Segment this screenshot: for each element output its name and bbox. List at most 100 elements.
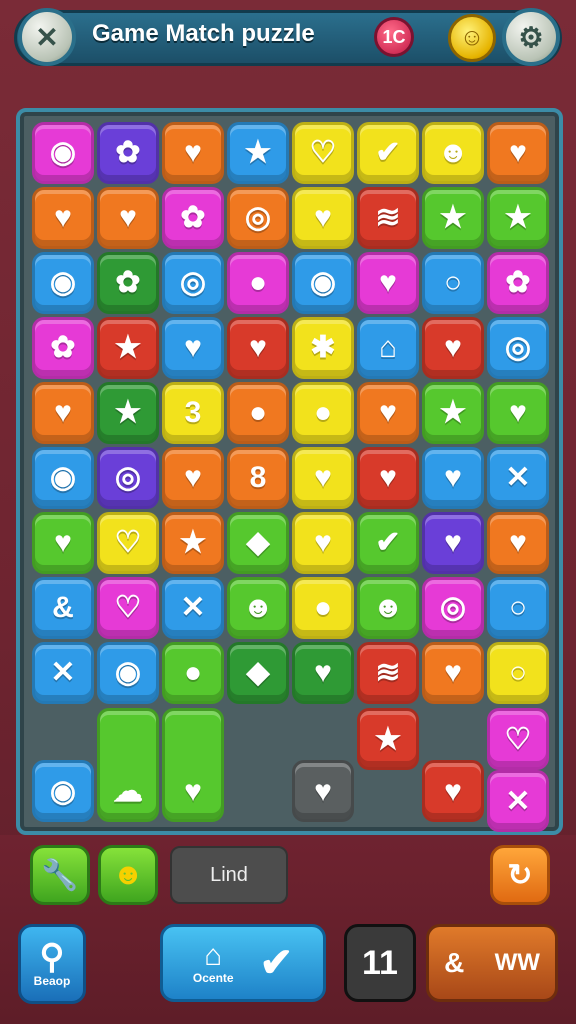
board-tile[interactable]: ♥ [292, 642, 354, 704]
board-tile[interactable]: ≋ [357, 187, 419, 249]
board-tile[interactable]: ◎ [227, 187, 289, 249]
board-tile[interactable]: ● [292, 382, 354, 444]
board-tile[interactable]: ● [162, 642, 224, 704]
board-tile[interactable]: 8 [227, 447, 289, 509]
board-tile[interactable]: ✱ [292, 317, 354, 379]
board-tile[interactable]: & [32, 577, 94, 639]
board-tile[interactable]: ◉ [32, 252, 94, 314]
board-tile[interactable]: ● [227, 252, 289, 314]
tile-symbol: ◎ [504, 331, 532, 364]
tile-symbol: ★ [114, 396, 142, 429]
board-tile[interactable]: ♥ [422, 642, 484, 704]
board-tile[interactable]: ★ [97, 317, 159, 379]
wrench-powerup-button[interactable]: 🔧 [30, 845, 90, 905]
board-tile[interactable]: ♥ [357, 447, 419, 509]
gear-icon[interactable]: ⚙ [502, 8, 560, 66]
board-tile[interactable]: ♡ [292, 122, 354, 184]
board-tile[interactable]: ● [292, 577, 354, 639]
board-tile[interactable]: ◉ [32, 122, 94, 184]
board-tile[interactable]: ◎ [422, 577, 484, 639]
board-tile[interactable]: ★ [422, 187, 484, 249]
board-tile[interactable]: ♥ [162, 708, 224, 822]
board-tile[interactable]: ♥ [32, 187, 94, 249]
board-tile[interactable]: ◉ [292, 252, 354, 314]
board-tile[interactable]: ♡ [97, 512, 159, 574]
board-tile[interactable]: ♥ [422, 512, 484, 574]
board-tile[interactable]: ✕ [487, 770, 549, 832]
right-footer-button[interactable]: & WW [426, 924, 558, 1002]
board-tile[interactable]: ♥ [32, 512, 94, 574]
board-tile[interactable]: ♡ [487, 708, 549, 770]
board-tile[interactable]: ✔ [357, 512, 419, 574]
board-tile[interactable]: ⌂ [357, 317, 419, 379]
board-tile[interactable]: ✿ [162, 187, 224, 249]
center-label-box[interactable]: Lind [170, 846, 288, 904]
board-tile[interactable]: ★ [422, 382, 484, 444]
board-tile[interactable]: ◆ [227, 642, 289, 704]
board-tile[interactable]: ◉ [97, 642, 159, 704]
left-footer-button[interactable]: ⚲ Beaop [18, 924, 86, 1004]
board-tile[interactable]: ♥ [357, 382, 419, 444]
board-tile[interactable]: ★ [357, 708, 419, 770]
board-tile[interactable]: ✕ [32, 642, 94, 704]
board-tile[interactable]: ◆ [227, 512, 289, 574]
board-tile[interactable]: ◎ [97, 447, 159, 509]
tile-symbol: ♥ [379, 266, 397, 299]
board-tile[interactable]: ✿ [32, 317, 94, 379]
board-tile[interactable]: ● [227, 382, 289, 444]
board-tile[interactable]: ★ [227, 122, 289, 184]
board-tile[interactable]: ★ [97, 382, 159, 444]
tile-symbol: ✕ [180, 591, 206, 624]
tile-symbol: ☻ [372, 591, 404, 624]
board-tile[interactable]: ♥ [162, 122, 224, 184]
board-tile[interactable]: ◉ [32, 760, 94, 822]
board-tile[interactable]: ○ [487, 577, 549, 639]
board-tile[interactable]: ☻ [422, 122, 484, 184]
tile-symbol: ✿ [115, 266, 141, 299]
board-tile[interactable]: ♥ [292, 447, 354, 509]
board-tile[interactable]: ♥ [227, 317, 289, 379]
board-tile[interactable]: ♥ [162, 317, 224, 379]
swap-powerup-button[interactable]: ↻ [490, 845, 550, 905]
board-tile[interactable]: ♥ [487, 382, 549, 444]
board-tile[interactable]: ○ [487, 642, 549, 704]
board-tile[interactable]: ○ [422, 252, 484, 314]
board-tile[interactable]: ✕ [487, 447, 549, 509]
board-tile[interactable]: ♥ [422, 760, 484, 822]
board-tile[interactable]: ♥ [32, 382, 94, 444]
board-tile[interactable]: ♡ [97, 577, 159, 639]
board-tile[interactable]: ✿ [97, 122, 159, 184]
tile-symbol: ≋ [375, 656, 401, 689]
board-tile[interactable]: ♥ [487, 512, 549, 574]
close-icon[interactable]: ✕ [18, 8, 76, 66]
board-tile[interactable]: ✿ [97, 252, 159, 314]
board-tile[interactable]: ♥ [162, 447, 224, 509]
board-tile[interactable]: ◎ [487, 317, 549, 379]
board-tile[interactable]: ≋ [357, 642, 419, 704]
board-tile[interactable]: ✕ [162, 577, 224, 639]
board-tile[interactable]: ♥ [292, 512, 354, 574]
board-tile[interactable]: ✿ [487, 252, 549, 314]
board-tile[interactable]: ♥ [422, 317, 484, 379]
board-tile[interactable]: ★ [162, 512, 224, 574]
board-tile[interactable]: ♥ [97, 187, 159, 249]
board-tile[interactable]: ♥ [292, 760, 354, 822]
board-tile[interactable]: ♥ [357, 252, 419, 314]
smiley-powerup-button[interactable]: ☻ [98, 845, 158, 905]
board-tile[interactable]: ✔ [357, 122, 419, 184]
board-tile[interactable]: ☁ [97, 708, 159, 822]
confirm-panel[interactable]: ⌂ Ocente ✔ [160, 924, 326, 1002]
board-tile[interactable]: ♥ [292, 187, 354, 249]
board-tile[interactable]: ◎ [162, 252, 224, 314]
smiley-coin-icon[interactable]: ☺ [448, 14, 496, 62]
tile-symbol: ♥ [184, 136, 202, 169]
board-tile[interactable]: 3 [162, 382, 224, 444]
board-tile[interactable]: ♥ [487, 122, 549, 184]
board-tile[interactable]: ★ [487, 187, 549, 249]
tile-symbol: ♡ [504, 723, 532, 756]
tile-symbol: ◆ [246, 526, 270, 559]
board-tile[interactable]: ☻ [357, 577, 419, 639]
board-tile[interactable]: ◉ [32, 447, 94, 509]
board-tile[interactable]: ☻ [227, 577, 289, 639]
board-tile[interactable]: ♥ [422, 447, 484, 509]
